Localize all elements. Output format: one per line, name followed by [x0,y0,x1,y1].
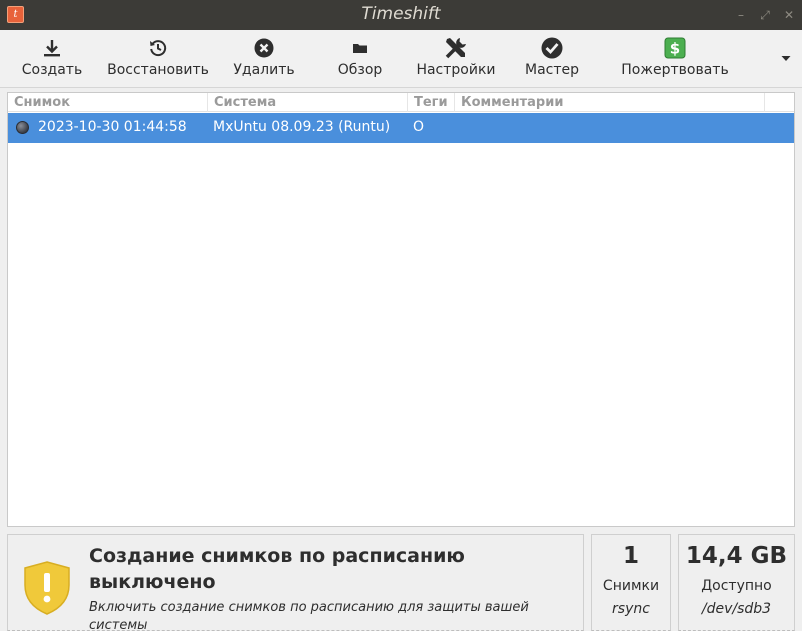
settings-label: Настройки [416,62,496,78]
snapshot-system: MxUntu 08.09.23 (Runtu) [213,119,391,135]
wizard-label: Мастер [524,62,579,78]
window-title: Timeshift [361,4,441,24]
donate-button[interactable]: $ Пожертвовать [620,30,730,88]
browse-button[interactable]: Обзор [328,30,392,88]
folder-icon [352,30,368,60]
column-header-system[interactable]: Система [208,93,408,112]
browse-label: Обзор [337,62,383,78]
snapshot-list[interactable]: Снимок Система Теги Комментарии 2023-10-… [7,92,795,527]
snapshot-count-panel: 1 Снимки rsync [591,534,671,631]
snapshot-tags: O [413,119,425,135]
snapshot-count-label: Снимки [602,578,660,594]
delete-icon [254,30,274,60]
tools-icon [443,30,469,60]
free-space-panel: 14,4 GB Доступно /dev/sdb3 [678,534,795,631]
wizard-button[interactable]: Мастер [520,30,584,88]
timeshift-window: t Timeshift – ⤢ ✕ Создать Восстановить У… [0,0,802,631]
maximize-button[interactable]: ⤢ [758,8,772,22]
snapshot-disk-icon [16,121,29,134]
schedule-status-panel: Создание снимков по расписанию выключено… [7,534,584,631]
svg-text:$: $ [670,40,680,58]
delete-label: Удалить [233,62,295,78]
snapshot-count: 1 [622,543,639,569]
settings-button[interactable]: Настройки [414,30,498,88]
title-bar[interactable]: t Timeshift – ⤢ ✕ [0,0,802,30]
snapshot-date: 2023-10-30 01:44:58 [38,119,187,135]
snapshot-mode: rsync [612,601,650,617]
restore-label: Восстановить [107,62,209,78]
list-header: Снимок Система Теги Комментарии [8,93,794,112]
checkmark-icon [541,30,563,60]
column-header-comments[interactable]: Комментарии [455,93,765,112]
dollar-icon: $ [664,30,686,60]
table-row[interactable]: 2023-10-30 01:44:58 MxUntu 08.09.23 (Run… [8,113,794,143]
warning-shield-icon [24,561,70,619]
create-label: Создать [21,62,83,78]
toolbar: Создать Восстановить Удалить Обзор Настр [0,30,802,88]
schedule-status-description: Включить создание снимков по расписанию … [89,600,529,631]
column-header-tags[interactable]: Теги [408,93,455,112]
close-button[interactable]: ✕ [782,8,796,22]
free-space-value: 14,4 GB [685,543,788,569]
restore-button[interactable]: Восстановить [106,30,210,88]
free-space-label: Доступно [701,578,772,594]
backup-device: /dev/sdb3 [701,601,772,617]
column-header-snapshot[interactable]: Снимок [8,93,208,112]
create-button[interactable]: Создать [20,30,84,88]
schedule-status-title: Создание снимков по расписанию выключено [89,545,465,593]
donate-label: Пожертвовать [621,62,729,78]
minimize-button[interactable]: – [734,8,748,22]
download-icon [42,30,62,60]
delete-button[interactable]: Удалить [232,30,296,88]
history-icon [148,30,168,60]
chevron-down-icon[interactable] [780,52,792,64]
